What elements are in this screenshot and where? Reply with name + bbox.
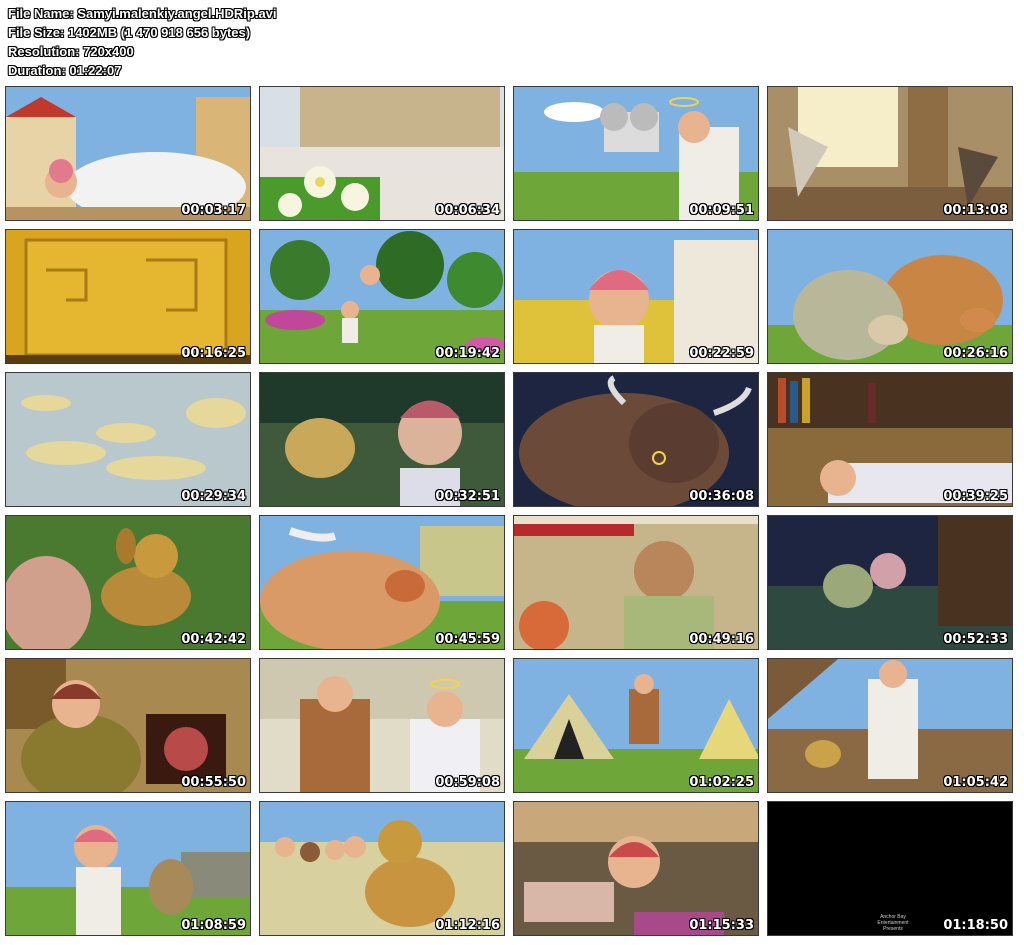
- thumbnail-children-and-puppy[interactable]: 01:12:16: [259, 801, 505, 936]
- timestamp: 00:52:33: [943, 632, 1008, 647]
- thumbnail-image: [6, 230, 250, 363]
- file-name: File Name: Samyi.malenkiy.angel.HDRip.av…: [8, 6, 277, 21]
- timestamp: 00:59:08: [435, 775, 500, 790]
- thumbnail-garden-path[interactable]: 00:19:42: [259, 229, 505, 364]
- timestamp: 01:05:42: [943, 775, 1008, 790]
- thumbnail-soldier-and-angel[interactable]: 00:59:08: [259, 658, 505, 793]
- timestamp: 00:19:42: [435, 346, 500, 361]
- thumbnail-image: [260, 373, 504, 506]
- thumbnail-puppy-on-grass[interactable]: 00:42:42: [5, 515, 251, 650]
- thumbnail-image: [768, 230, 1012, 363]
- resolution: Resolution: 720x400: [8, 44, 134, 59]
- timestamp: 01:12:16: [435, 918, 500, 933]
- thumbnail-image: [260, 659, 504, 792]
- thumbnail-image: [6, 516, 250, 649]
- timestamp: 00:03:17: [181, 203, 246, 218]
- thumbnail-tents-camp[interactable]: 01:02:25: [513, 658, 759, 793]
- thumbnail-angel-village-cloud[interactable]: 00:03:17: [5, 86, 251, 221]
- thumbnail-little-angel-closeup[interactable]: 00:22:59: [513, 229, 759, 364]
- timestamp: 00:13:08: [943, 203, 1008, 218]
- thumbnail-angel-and-puppy[interactable]: 01:08:59: [5, 801, 251, 936]
- file-size: File Size: 1402MB (1 470 918 656 bytes): [8, 25, 251, 40]
- thumbnail-puppy-angel-night-floor[interactable]: 00:52:33: [767, 515, 1013, 650]
- thumbnail-image: [6, 802, 250, 935]
- thumbnail-angel-on-deck[interactable]: 01:05:42: [767, 658, 1013, 793]
- thumbnail-image: [260, 87, 504, 220]
- timestamp: 00:36:08: [689, 489, 754, 504]
- thumbnail-image: [514, 373, 758, 506]
- thumbnail-market-merchant[interactable]: 00:49:16: [513, 515, 759, 650]
- timestamp: 00:09:51: [689, 203, 754, 218]
- timestamp: 01:18:50: [943, 918, 1008, 933]
- thumbnail-angel-with-camera[interactable]: 00:09:51: [513, 86, 759, 221]
- thumbnail-library-sleeping-angel[interactable]: 00:39:25: [767, 372, 1013, 507]
- timestamp: 00:49:16: [689, 632, 754, 647]
- thumbnail-ox-in-meadow[interactable]: 00:45:59: [259, 515, 505, 650]
- thumbnail-image: [260, 516, 504, 649]
- thumbnail-image: [514, 659, 758, 792]
- thumbnail-image: [768, 373, 1012, 506]
- thumbnail-end-credits-black[interactable]: 01:18:50 Anchor Bay Entertainment Present…: [767, 801, 1013, 936]
- thumbnail-donkey-and-ox[interactable]: 00:26:16: [767, 229, 1013, 364]
- thumbnail-image: [768, 516, 1012, 649]
- timestamp: 00:39:25: [943, 489, 1008, 504]
- thumbnail-bull-at-night[interactable]: 00:36:08: [513, 372, 759, 507]
- thumbnail-image: [514, 230, 758, 363]
- file-info-header: File Name: Samyi.malenkiy.angel.HDRip.av…: [8, 4, 408, 80]
- thumbnail-golden-door[interactable]: 00:16:25: [5, 229, 251, 364]
- thumbnail-image: [514, 87, 758, 220]
- thumbnail-image: [768, 659, 1012, 792]
- thumbnail-angel-golden-room[interactable]: 01:15:33: [513, 801, 759, 936]
- end-credit-text: Anchor Bay Entertainment Presents: [877, 914, 909, 932]
- timestamp: 01:02:25: [689, 775, 754, 790]
- thumbnail-winged-figures-hall[interactable]: 00:13:08: [767, 86, 1013, 221]
- thumbnail-image: [6, 373, 250, 506]
- thumbnail-image: [260, 230, 504, 363]
- thumbnail-white-flowers-street[interactable]: 00:06:34: [259, 86, 505, 221]
- timestamp: 00:16:25: [181, 346, 246, 361]
- timestamp: 00:06:34: [435, 203, 500, 218]
- thumbnail-image: [6, 87, 250, 220]
- thumbnail-golden-clouds[interactable]: 00:29:34: [5, 372, 251, 507]
- thumbnail-puppy-and-angel-night[interactable]: 00:32:51: [259, 372, 505, 507]
- timestamp: 00:22:59: [689, 346, 754, 361]
- duration: Duration: 01:22:07: [8, 63, 122, 78]
- thumbnail-image: [260, 802, 504, 935]
- timestamp: 00:32:51: [435, 489, 500, 504]
- timestamp: 00:45:59: [435, 632, 500, 647]
- thumbnail-image: [514, 516, 758, 649]
- timestamp: 01:08:59: [181, 918, 246, 933]
- thumbnail-woman-with-basket[interactable]: 00:55:50: [5, 658, 251, 793]
- timestamp: 01:15:33: [689, 918, 754, 933]
- thumbnail-image: [6, 659, 250, 792]
- timestamp: 00:29:34: [181, 489, 246, 504]
- thumbnail-image: [514, 802, 758, 935]
- timestamp: 00:55:50: [181, 775, 246, 790]
- timestamp: 00:26:16: [943, 346, 1008, 361]
- timestamp: 00:42:42: [181, 632, 246, 647]
- thumbnail-image: [768, 87, 1012, 220]
